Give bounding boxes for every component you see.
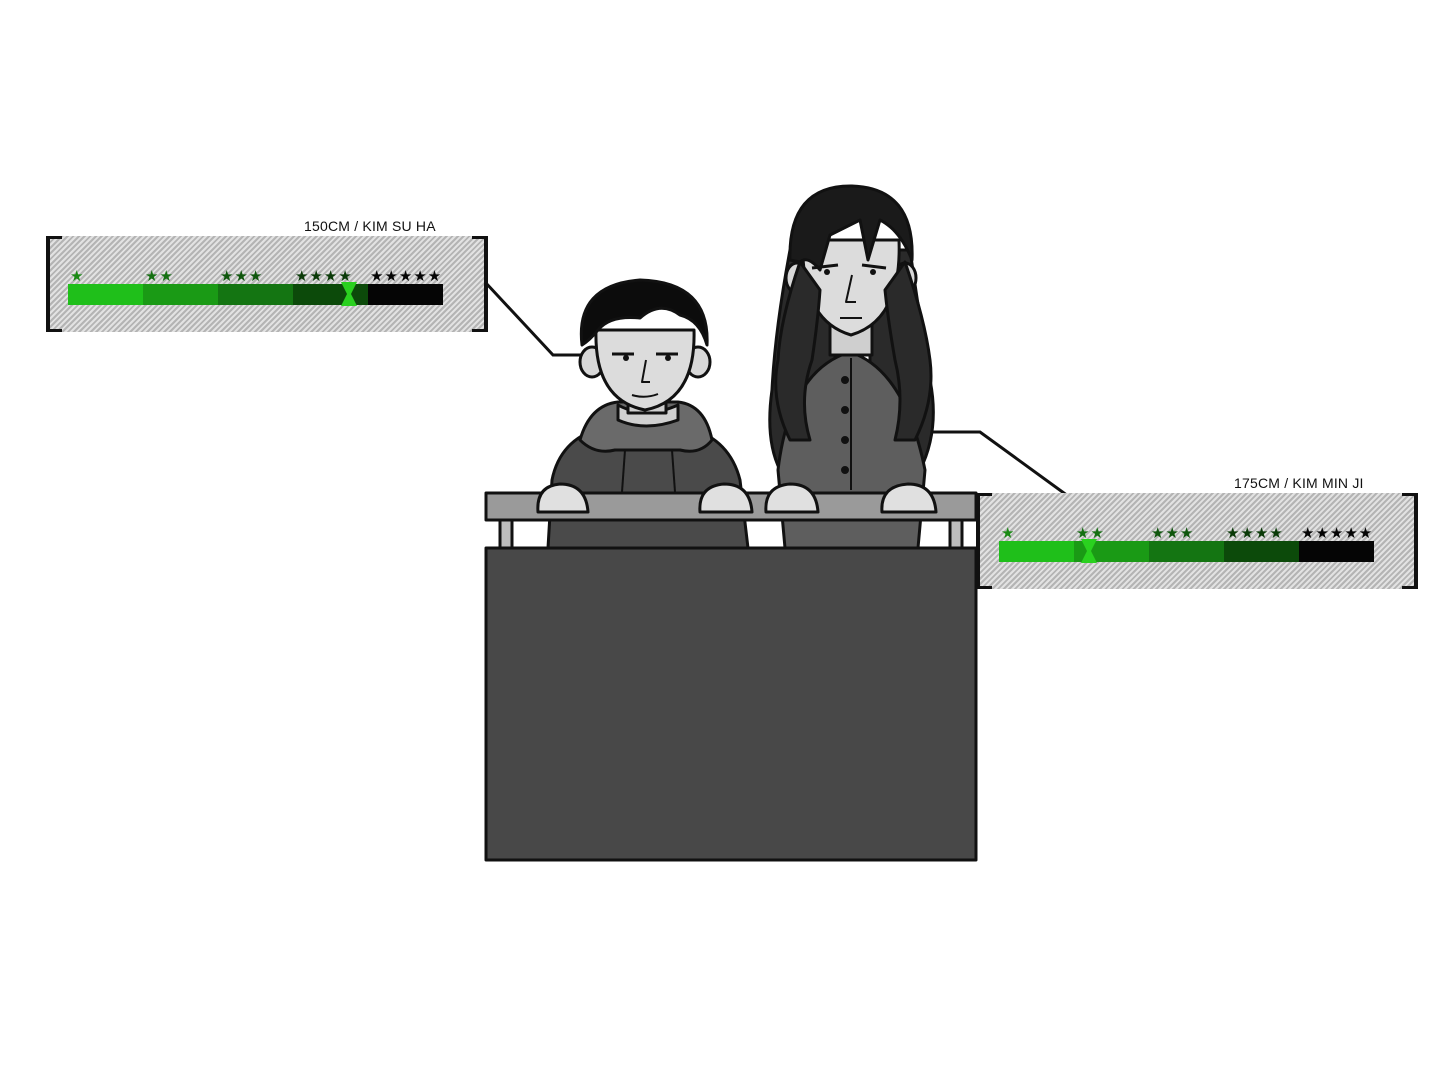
rating-tier: ★ bbox=[999, 524, 1074, 562]
rating-tier: ★★★★★ bbox=[368, 267, 443, 305]
rating-tier: ★★★★ bbox=[1224, 524, 1299, 562]
connector-line-right bbox=[925, 430, 1069, 498]
rating-tier: ★★★ bbox=[1149, 524, 1224, 562]
tier-bar-segment bbox=[1224, 541, 1299, 562]
rating-tiers: ★ ★★ ★★★ ★★★★ ★★★★★ bbox=[68, 267, 443, 306]
star-icon: ★★★★ bbox=[1226, 524, 1284, 542]
tier-bar-segment bbox=[999, 541, 1074, 562]
star-icon: ★★★ bbox=[1151, 524, 1195, 542]
star-icon: ★★ bbox=[145, 267, 174, 285]
rating-tier: ★★★★★ bbox=[1299, 524, 1374, 562]
rating-tier: ★★★ bbox=[218, 267, 293, 305]
star-icon: ★★★ bbox=[220, 267, 264, 285]
panel-bracket-right bbox=[472, 236, 488, 332]
star-icon: ★★★★★ bbox=[370, 267, 443, 285]
interrogation-desk bbox=[484, 491, 978, 862]
panel-bracket-left bbox=[46, 236, 62, 332]
tier-bar-segment bbox=[218, 284, 293, 305]
character-label-kim-su-ha: 150CM / KIM SU HA bbox=[304, 218, 436, 234]
tier-bar-segment bbox=[1299, 541, 1374, 562]
rating-tiers: ★ ★★ ★★★ ★★★★ ★★★★★ bbox=[999, 524, 1374, 563]
character-label-kim-min-ji: 175CM / KIM MIN JI bbox=[1234, 475, 1364, 491]
connector-line-left bbox=[483, 280, 585, 357]
tier-bar-segment bbox=[1149, 541, 1224, 562]
star-icon: ★ bbox=[1001, 524, 1016, 542]
panel-bracket-left bbox=[976, 493, 992, 589]
level-marker-icon bbox=[341, 282, 358, 306]
rating-tier: ★ bbox=[68, 267, 143, 305]
rating-tier: ★★ bbox=[143, 267, 218, 305]
tier-bar-segment bbox=[68, 284, 143, 305]
level-marker-icon bbox=[1081, 539, 1097, 563]
tier-bar-segment bbox=[143, 284, 218, 305]
star-icon: ★★★★★ bbox=[1301, 524, 1374, 542]
panel-bracket-right bbox=[1402, 493, 1418, 589]
tier-bar-segment bbox=[368, 284, 443, 305]
star-icon: ★ bbox=[70, 267, 85, 285]
status-panel-kim-min-ji: ★ ★★ ★★★ ★★★★ ★★★★★ bbox=[976, 493, 1418, 589]
status-panel-kim-su-ha: ★ ★★ ★★★ ★★★★ ★★★★★ bbox=[46, 236, 488, 332]
